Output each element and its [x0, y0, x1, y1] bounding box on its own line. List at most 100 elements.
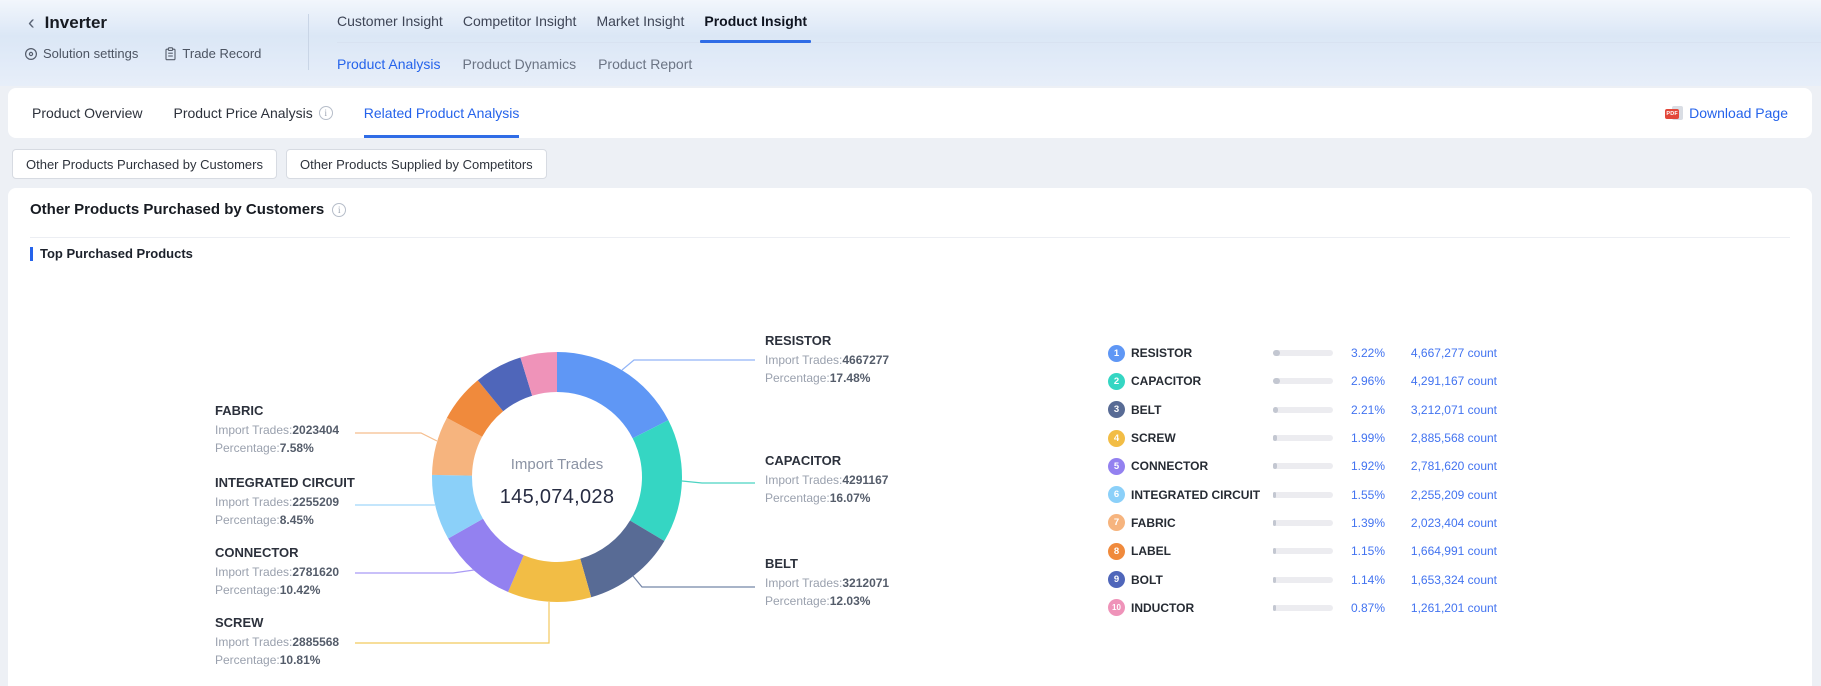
legend-row-screw[interactable]: 4 SCREW 1.99%2,885,568 count: [1108, 424, 1500, 452]
leader-line-resistor: [622, 360, 755, 370]
legend-product-name: BOLT: [1131, 573, 1273, 587]
chart-label-import-trades: Import Trades:2781620: [215, 563, 339, 581]
legend-rank-badge: 10: [1108, 599, 1125, 616]
nav-item-label: Product Overview: [32, 105, 142, 121]
donut-slice-capacitor[interactable]: [630, 420, 682, 541]
chart-label-name: RESISTOR: [765, 333, 889, 348]
legend-row-connector[interactable]: 5CONNECTOR1.92%2,781,620 count: [1108, 452, 1500, 480]
leader-line-screw: [355, 602, 549, 643]
legend-share-bar: [1273, 407, 1333, 413]
header-action-label: Solution settings: [43, 46, 138, 61]
subtab-product-dynamics[interactable]: Product Dynamics: [463, 56, 577, 72]
chart-label-name: BELT: [765, 556, 889, 571]
legend-rank-badge: 6: [1108, 486, 1125, 503]
back-button[interactable]: ‹: [28, 13, 35, 33]
tab-product-insight[interactable]: Product Insight: [704, 0, 807, 42]
tab-competitor-insight[interactable]: Competitor Insight: [463, 0, 577, 42]
chart-label-percentage: Percentage:7.58%: [215, 439, 339, 457]
legend-share-bar: [1273, 435, 1333, 441]
nav-item-product-overview[interactable]: Product Overview: [32, 88, 142, 138]
legend-count: 2,255,209 count: [1385, 488, 1497, 502]
legend-share-percent: 1.39%: [1333, 516, 1385, 530]
app-header: ‹ Inverter Solution settingsTrade Record…: [0, 0, 1821, 86]
legend-rank-badge: 8: [1108, 543, 1125, 560]
nav-item-related-product-analysis[interactable]: Related Product Analysis: [364, 88, 520, 138]
legend-count: 2,023,404 count: [1385, 516, 1497, 530]
chart-label-percentage: Percentage:8.45%: [215, 511, 355, 529]
sub-tab-bar: Product Analysis Product Dynamics Product …: [337, 43, 1821, 85]
download-page-button[interactable]: Download Page: [1665, 105, 1788, 122]
info-icon[interactable]: [319, 106, 333, 120]
legend-product-name: RESISTOR: [1131, 346, 1273, 360]
chart-label-percentage: Percentage:10.81%: [215, 651, 339, 669]
toggle-other-products-purchased-by-customers[interactable]: Other Products Purchased by Customers: [12, 149, 277, 179]
legend-row-resistor[interactable]: 1 RESISTOR 3.22%4,667,277 count: [1108, 339, 1500, 367]
legend-row-integrated-circuit[interactable]: 6INTEGRATED CIRCUIT1.55%2,255,209 count: [1108, 480, 1500, 508]
nav-item-product-price-analysis[interactable]: Product Price Analysis: [173, 88, 332, 138]
chart-label-name: INTEGRATED CIRCUIT: [215, 475, 355, 490]
legend-share-bar: [1273, 577, 1333, 583]
legend-count: 1,664,991 count: [1385, 544, 1497, 558]
legend-count: 2,885,568 count: [1385, 431, 1497, 445]
legend-share-bar: [1273, 350, 1333, 356]
pdf-icon: [1665, 105, 1683, 122]
legend-row-fabric[interactable]: 7FABRIC1.39%2,023,404 count: [1108, 509, 1500, 537]
leader-line-fabric: [355, 433, 437, 441]
legend-row-bolt[interactable]: 9BOLT1.14%1,653,324 count: [1108, 565, 1500, 593]
chart-label-import-trades: Import Trades:4667277: [765, 351, 889, 369]
legend-share-bar: [1273, 492, 1333, 498]
legend-share-percent: 2.96%: [1333, 374, 1385, 388]
header-action-label: Trade Record: [182, 46, 261, 61]
legend-product-name: BELT: [1131, 403, 1273, 417]
legend-share-percent: 1.92%: [1333, 459, 1385, 473]
legend-row-belt[interactable]: 3BELT2.21%3,212,071 count: [1108, 396, 1500, 424]
legend-share-percent: 0.87%: [1333, 601, 1385, 615]
top-purchased-products-chart: Import Trades 145,074,028 RESISTORImport…: [8, 188, 1812, 686]
secondary-nav: Product Overview Product Price Analysis Re…: [8, 88, 1812, 138]
chart-label-percentage: Percentage:12.03%: [765, 592, 889, 610]
legend-rank-badge: 5: [1108, 458, 1125, 475]
main-tab-bar: Customer Insight Competitor Insight Market…: [337, 0, 1821, 43]
chart-label-capacitor: CAPACITORImport Trades:4291167Percentage…: [765, 453, 888, 507]
leader-line-connector: [355, 570, 474, 573]
legend-product-name: INDUCTOR: [1131, 601, 1273, 615]
toggle-other-products-supplied-by-competitors[interactable]: Other Products Supplied by Competitors: [286, 149, 547, 179]
chart-label-name: CONNECTOR: [215, 545, 339, 560]
legend-rank-badge: 4: [1108, 430, 1125, 447]
leader-line-capacitor: [682, 481, 755, 483]
legend-row-label[interactable]: 8LABEL1.15%1,664,991 count: [1108, 537, 1500, 565]
header-action-solution-settings[interactable]: Solution settings: [24, 46, 138, 61]
tab-market-insight[interactable]: Market Insight: [596, 0, 684, 42]
legend-rank-badge: 9: [1108, 571, 1125, 588]
clipboard-icon: [164, 47, 177, 61]
chart-label-name: SCREW: [215, 615, 339, 630]
subtab-product-report[interactable]: Product Report: [598, 56, 692, 72]
chart-label-percentage: Percentage:16.07%: [765, 489, 888, 507]
legend-rank-badge: 1: [1108, 345, 1125, 362]
chart-label-percentage: Percentage:17.48%: [765, 369, 889, 387]
legend-share-percent: 1.55%: [1333, 488, 1385, 502]
leader-line-belt: [633, 576, 755, 587]
legend-count: 3,212,071 count: [1385, 403, 1497, 417]
legend-row-inductor[interactable]: 10INDUCTOR0.87%1,261,201 count: [1108, 594, 1500, 622]
legend-count: 4,667,277 count: [1385, 346, 1497, 360]
legend-product-name: LABEL: [1131, 544, 1273, 558]
legend-share-bar: [1273, 463, 1333, 469]
chart-label-connector: CONNECTORImport Trades:2781620Percentage…: [215, 545, 339, 599]
legend-share-bar: [1273, 605, 1333, 611]
chart-label-import-trades: Import Trades:2023404: [215, 421, 339, 439]
donut-slice-resistor[interactable]: [557, 352, 668, 438]
tab-customer-insight[interactable]: Customer Insight: [337, 0, 443, 42]
header-divider: [308, 14, 309, 70]
nav-item-label: Product Price Analysis: [173, 105, 312, 121]
legend-product-name: SCREW: [1131, 431, 1273, 445]
legend-row-capacitor[interactable]: 2CAPACITOR2.96%4,291,167 count: [1108, 367, 1500, 395]
chart-label-integrated-circuit: INTEGRATED CIRCUITImport Trades:2255209P…: [215, 475, 355, 529]
chart-label-import-trades: Import Trades:2885568: [215, 633, 339, 651]
legend-rank-badge: 7: [1108, 514, 1125, 531]
header-action-trade-record[interactable]: Trade Record: [164, 46, 261, 61]
legend-share-percent: 1.99%: [1333, 431, 1385, 445]
subtab-product-analysis[interactable]: Product Analysis: [337, 56, 441, 72]
legend-product-name: CAPACITOR: [1131, 374, 1273, 388]
legend-share-percent: 3.22%: [1333, 346, 1385, 360]
